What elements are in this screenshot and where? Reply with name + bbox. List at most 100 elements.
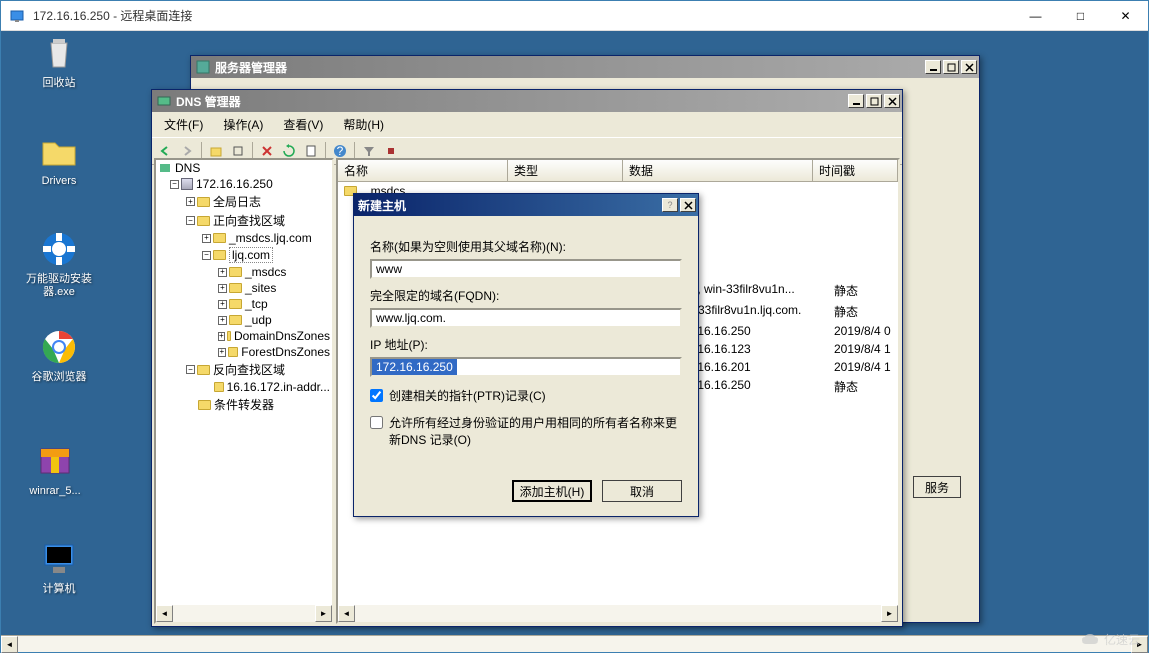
desktop-icon-drivers[interactable]: Drivers [21,131,97,188]
list-scroll-right-button[interactable]: ► [881,605,898,622]
dns-maximize-button[interactable] [866,94,882,108]
tree-server[interactable]: − 172.16.16.250 [156,176,332,192]
tree-collapse-icon[interactable]: − [186,365,195,374]
sm-close-button[interactable] [961,60,977,74]
folder-icon [214,382,224,392]
tree-root-dns[interactable]: DNS [156,160,332,176]
tree-expand-icon[interactable]: + [218,332,225,341]
folder-icon [228,347,239,357]
remote-desktop-area: 回收站 Drivers 万能驱动安装器.exe 谷歌浏览器 winrar_5..… [1,31,1148,635]
menu-view[interactable]: 查看(V) [275,114,331,135]
label-fqdn: 完全限定的域名(FQDN): [370,287,682,304]
folder-icon [229,283,242,293]
list-scroll-track[interactable] [355,605,881,622]
server-manager-icon [195,59,211,75]
tree-expand-icon[interactable]: + [202,234,211,243]
rdp-scroll-track[interactable] [18,636,1131,652]
menu-file[interactable]: 文件(F) [156,114,211,135]
tree-domain-dns-zones[interactable]: + DomainDnsZones [156,328,332,344]
tree-sub-msdcs[interactable]: + _msdcs [156,264,332,280]
desktop-icon-computer[interactable]: 计算机 [21,539,97,596]
dns-tree-pane[interactable]: DNS − 172.16.16.250 + 全局日志 − [154,158,334,624]
sm-minimize-button[interactable] [925,60,941,74]
desktop-icon-recycle-bin[interactable]: 回收站 [21,33,97,90]
tree-scroll-right-button[interactable]: ► [315,605,332,622]
rdp-close-button[interactable]: ✕ [1103,1,1148,30]
ip-input[interactable]: 172.16.16.250 [372,359,457,375]
auth-update-label[interactable]: 允许所有经过身份验证的用户用相同的所有者名称来更新DNS 记录(O) [389,414,682,448]
dns-manager-icon [156,93,172,109]
dialog-close-button[interactable] [680,198,696,212]
desktop-icon-winrar[interactable]: winrar_5... [17,441,93,498]
tree-expand-icon[interactable]: + [218,316,227,325]
desktop-icon-driver-installer[interactable]: 万能驱动安装器.exe [21,229,97,299]
tree-expand-icon[interactable]: + [218,348,226,357]
table-row[interactable]: .16.16.250静态 [688,376,898,397]
auth-update-checkbox[interactable] [370,416,383,429]
table-row[interactable]: .16.16.2012019/8/4 1 [688,358,898,376]
hostname-input[interactable] [370,259,682,279]
dns-close-button[interactable] [884,94,900,108]
tree-msdcs-zone[interactable]: + _msdcs.ljq.com [156,230,332,246]
tree-scroll-left-button[interactable]: ◄ [156,605,173,622]
folder-icon [227,331,231,341]
rdp-window-title: 172.16.16.250 - 远程桌面连接 [33,7,1013,24]
tree-global-log[interactable]: + 全局日志 [156,192,332,211]
dns-minimize-button[interactable] [848,94,864,108]
table-row[interactable]: .16.16.2502019/8/4 0 [688,322,898,340]
tree-conditional-forwarders[interactable]: 条件转发器 [156,395,332,414]
tree-expand-icon[interactable]: + [218,284,227,293]
server-icon [181,178,193,190]
ip-input-wrapper[interactable]: 172.16.16.250 [370,357,682,377]
label-hostname: 名称(如果为空则使用其父域名称)(N): [370,238,682,255]
table-row[interactable]: ], win-33filr8vu1n...静态 [688,280,898,301]
label-ip: IP 地址(P): [370,336,682,353]
tree-reverse-zones[interactable]: − 反向查找区域 [156,360,332,379]
rdp-icon [9,8,25,24]
table-row[interactable]: .16.16.1232019/8/4 1 [688,340,898,358]
column-timestamp[interactable]: 时间戳 [813,160,898,181]
table-row[interactable]: -33filr8vu1n.ljq.com.静态 [688,301,898,322]
tree-expand-icon[interactable]: + [186,197,195,206]
dns-manager-title: DNS 管理器 [176,93,846,110]
rdp-maximize-button[interactable]: □ [1058,1,1103,30]
sm-maximize-button[interactable] [943,60,959,74]
new-host-dialog[interactable]: 新建主机 ? 名称(如果为空则使用其父域名称)(N): 完全限定的域名(FQDN… [353,193,699,517]
watermark: 亿速云 [1080,631,1140,648]
services-button[interactable]: 服务 [913,476,961,498]
folder-icon [198,400,211,410]
tree-forest-dns-zones[interactable]: + ForestDnsZones [156,344,332,360]
tree-sub-tcp[interactable]: + _tcp [156,296,332,312]
tree-ljq-zone[interactable]: − ljq.com [156,246,332,264]
column-type[interactable]: 类型 [508,160,623,181]
tree-sub-udp[interactable]: + _udp [156,312,332,328]
tree-expand-icon[interactable]: + [218,268,227,277]
folder-icon [229,267,242,277]
folder-icon [229,299,242,309]
column-data[interactable]: 数据 [623,160,813,181]
tree-collapse-icon[interactable]: − [170,180,179,189]
tree-scroll-track[interactable] [173,605,315,622]
cancel-button[interactable]: 取消 [602,480,682,502]
folder-icon [229,315,242,325]
menu-action[interactable]: 操作(A) [215,114,271,135]
tree-collapse-icon[interactable]: − [186,216,195,225]
tree-collapse-icon[interactable]: − [202,251,211,260]
ptr-checkbox-label[interactable]: 创建相关的指针(PTR)记录(C) [389,387,546,404]
tree-expand-icon[interactable]: + [218,300,227,309]
rdp-minimize-button[interactable]: — [1013,1,1058,30]
rdp-scroll-left-button[interactable]: ◄ [1,636,18,653]
column-name[interactable]: 名称 [338,160,508,181]
tree-sub-sites[interactable]: + _sites [156,280,332,296]
tree-forward-zones[interactable]: − 正向查找区域 [156,211,332,230]
desktop-icon-chrome[interactable]: 谷歌浏览器 [21,327,97,384]
svg-text:?: ? [337,144,344,158]
list-scroll-left-button[interactable]: ◄ [338,605,355,622]
dialog-help-button[interactable]: ? [662,198,678,212]
tree-reverse-zone[interactable]: 16.16.172.in-addr... [156,379,332,395]
add-host-button[interactable]: 添加主机(H) [512,480,592,502]
rdp-horizontal-scrollbar[interactable]: ◄ ► [1,635,1148,652]
menu-help[interactable]: 帮助(H) [335,114,392,135]
ptr-checkbox[interactable] [370,389,383,402]
folder-icon [197,365,210,375]
